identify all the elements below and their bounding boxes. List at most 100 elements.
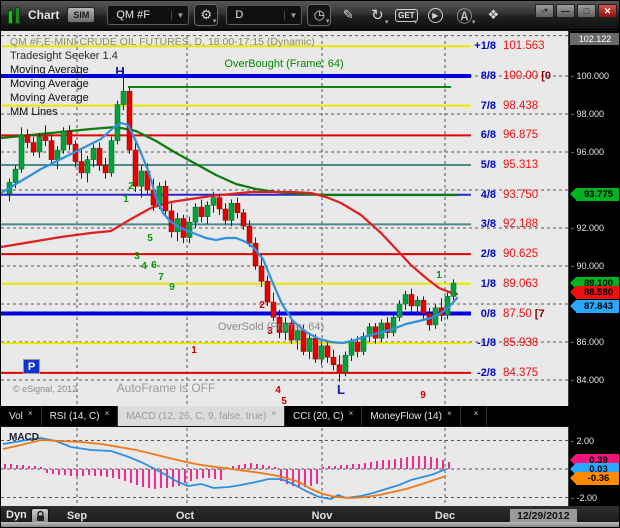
price-tick: 100.000 (571, 71, 610, 81)
mm-price: 101.563 (503, 40, 545, 53)
month-label-nov: Nov (311, 510, 333, 522)
mm-price: 87.50 (503, 307, 532, 320)
diamond-arrows-icon: ❖ (487, 7, 500, 22)
macd-value-badge: -0.36 (570, 472, 619, 485)
month-label-oct: Oct (175, 510, 195, 522)
tab-cci[interactable]: CCI (20, C) × (285, 406, 363, 426)
mm-price: 92.188 (503, 218, 539, 231)
mm-level-label: -1/8 85.938 (456, 336, 568, 350)
tab-close-icon[interactable]: × (349, 409, 354, 418)
symbol-dropdown[interactable]: QM #F ▼ (107, 5, 190, 25)
chevron-down-icon: ▾ (471, 19, 476, 26)
restore-button[interactable]: ▫ ▾ (535, 4, 554, 18)
mm-level-label: 8/8 100.00 [0 (456, 69, 568, 83)
mm-fraction: 0/8 (480, 307, 496, 320)
chevron-down-icon: ▾ (325, 18, 330, 25)
axis-max-value: 102.122 (570, 33, 619, 45)
macd-axis[interactable]: 2.00-2.000.390.03-0.36 (568, 426, 619, 506)
window-controls: ▫ ▾ — □ ✕ (535, 4, 617, 18)
tab-close-icon[interactable]: × (105, 409, 110, 418)
tab-close-icon[interactable]: × (271, 409, 276, 418)
replay-button[interactable]: ▶ (423, 4, 447, 26)
price-tick: 98.000 (571, 109, 605, 119)
mm-fraction: +1/8 (474, 40, 496, 53)
macd-chart (1, 428, 568, 504)
close-button[interactable]: ✕ (598, 4, 617, 18)
mm-price: 89.063 (503, 277, 539, 290)
mm-level-label: 4/8 93.750 (456, 188, 568, 202)
refresh-icon: ↻ (371, 7, 384, 24)
tab-extra[interactable]: × (461, 406, 488, 426)
mm-price: 96.875 (503, 129, 539, 142)
price-axis[interactable]: 102.122 100.000 98.000 96.000 92.000 90.000 86… (568, 31, 619, 406)
mm-suffix: [7 (534, 307, 545, 320)
chart-app-icon (8, 6, 20, 24)
macd-tick: 2.00 (571, 436, 595, 446)
chevron-down-icon: ▾ (384, 19, 389, 26)
tab-close-icon[interactable]: × (474, 409, 479, 418)
chevron-down-icon: ▼ (284, 10, 297, 20)
mm-fraction: 1/8 (480, 277, 496, 290)
minimize-button[interactable]: — (556, 4, 575, 18)
chevron-down-icon: ▼ (171, 10, 184, 20)
draw-tool-button[interactable]: ✎ (336, 4, 360, 26)
window-bottom-edge (1, 522, 619, 527)
mm-price: 95.313 (503, 159, 539, 172)
mm-level-label: 5/8 95.313 (456, 158, 568, 172)
tab-label: Vol (9, 410, 23, 422)
mm-fraction: 6/8 (480, 129, 496, 142)
mm-fraction: -2/8 (477, 366, 496, 379)
mm-fraction: -1/8 (477, 337, 496, 350)
mm-level-label: 0/8 87.50 [7 (456, 307, 568, 321)
interval-value: D (235, 9, 244, 21)
tab-vol[interactable]: Vol × (1, 406, 42, 426)
price-badge: 88.580 (570, 286, 619, 300)
mm-level-label: 7/8 98.438 (456, 99, 568, 113)
mm-level-label: -2/8 84.375 (456, 366, 568, 380)
month-label-sep: Sep (66, 510, 88, 522)
mm-level-label: 1/8 89.063 (456, 277, 568, 291)
macd-tick: -2.00 (571, 493, 598, 503)
settings-button[interactable]: ⚙ ▾ (194, 4, 219, 26)
price-badge: 87.843 (570, 300, 619, 314)
mm-level-label: 3/8 92.188 (456, 217, 568, 231)
reload-data-button[interactable]: ↻ ▾ (365, 4, 389, 26)
mm-level-label: 2/8 90.625 (456, 247, 568, 261)
tab-close-icon[interactable]: × (28, 409, 33, 418)
mm-suffix: [0 (541, 70, 551, 82)
mm-fraction: 5/8 (480, 159, 496, 172)
mm-fraction: 4/8 (480, 188, 496, 201)
chevron-down-icon: ▾ (413, 19, 418, 26)
mm-fraction: 8/8 (480, 70, 496, 82)
time-template-button[interactable]: ◷ ▾ (307, 4, 332, 26)
chevron-down-icon: ▾ (212, 18, 217, 25)
clock-icon: ◷ (313, 7, 326, 22)
last-date-badge: 12/29/2012 (510, 509, 577, 523)
macd-panel: MACD (1, 426, 619, 506)
mm-price: 90.625 (503, 248, 539, 261)
tab-label: CCI (20, C) (293, 410, 344, 422)
tab-label: RSI (14, C) (49, 410, 100, 422)
candle-icon (8, 10, 13, 24)
sim-badge: SIM (67, 7, 96, 23)
interval-dropdown[interactable]: D ▼ (226, 5, 303, 25)
candle-icon (15, 7, 20, 24)
get-data-button[interactable]: GET ▾ (394, 4, 418, 26)
tab-label: MACD (12, 26, C, 9, false, true) (126, 410, 267, 422)
tab-rsi[interactable]: RSI (14, C) × (42, 406, 119, 426)
price-tick: 84.000 (571, 375, 605, 385)
macd-gridlines (1, 428, 568, 504)
mm-fraction: 3/8 (480, 218, 496, 231)
link-windows-button[interactable]: ❖ (481, 4, 505, 26)
chevron-down-icon: ▾ (544, 8, 548, 14)
study-tab-bar: Vol × RSI (14, C) × MACD (12, 26, C, 9, fals… (1, 406, 619, 426)
tab-macd[interactable]: MACD (12, 26, C, 9, false, true) × (118, 406, 285, 426)
mm-price: 84.375 (503, 366, 539, 379)
mm-price: 93.750 (503, 188, 539, 201)
tab-close-icon[interactable]: × (447, 409, 452, 418)
main-chart-panel: HL215346791123459 QM #F,E-MINI CRUDE OIL… (1, 31, 619, 406)
tab-moneyflow[interactable]: MoneyFlow (14) × (362, 406, 461, 426)
alerts-button[interactable]: Ⓐ ▾ (452, 4, 476, 26)
macd-label: MACD (9, 432, 39, 443)
maximize-button[interactable]: □ (577, 4, 596, 18)
